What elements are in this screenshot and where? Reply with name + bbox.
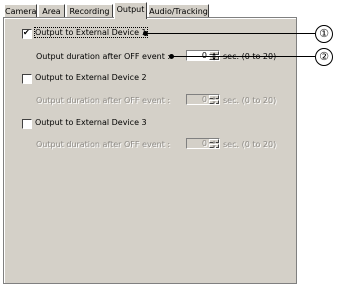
device-3-duration-spinner: 0 ▲ ▼ bbox=[186, 138, 220, 149]
device-3-duration-range: sec. (0 to 20) bbox=[223, 140, 277, 149]
tab-audio-tracking[interactable]: Audio/Tracking bbox=[148, 4, 209, 17]
device-1-duration-label: Output duration after OFF event : bbox=[36, 52, 171, 61]
callout-2-marker: ② bbox=[315, 48, 333, 66]
device-2-label[interactable]: Output to External Device 2 bbox=[35, 73, 147, 82]
device-2-duration-label: Output duration after OFF event : bbox=[36, 96, 171, 105]
device-2-duration-spinner: 0 ▲ ▼ bbox=[186, 94, 220, 105]
spin-up-button: ▲ bbox=[209, 139, 219, 144]
callout-2-line bbox=[172, 56, 315, 57]
device-2-checkbox[interactable] bbox=[22, 74, 32, 84]
tab-camera[interactable]: Camera bbox=[4, 4, 37, 17]
device-2-duration-value: 0 bbox=[201, 95, 207, 104]
tab-output[interactable]: Output bbox=[114, 2, 147, 19]
device-1-label[interactable]: Output to External Device 1 bbox=[34, 27, 148, 38]
spin-down-button: ▼ bbox=[209, 144, 219, 149]
spin-down-button: ▼ bbox=[209, 100, 219, 105]
callout-1-line bbox=[146, 33, 315, 34]
device-3-label[interactable]: Output to External Device 3 bbox=[35, 118, 147, 127]
device-2-duration-range: sec. (0 to 20) bbox=[223, 96, 277, 105]
tab-recording[interactable]: Recording bbox=[66, 4, 113, 17]
tab-area[interactable]: Area bbox=[38, 4, 65, 17]
device-3-checkbox[interactable] bbox=[22, 119, 32, 129]
device-1-checkbox[interactable]: ✔ bbox=[22, 28, 32, 39]
spin-up-button: ▲ bbox=[209, 95, 219, 100]
checkmark-icon: ✔ bbox=[23, 28, 30, 37]
device-3-duration-value: 0 bbox=[201, 139, 207, 148]
callout-1-marker: ① bbox=[315, 25, 333, 43]
spin-up-button[interactable]: ▲ bbox=[209, 51, 219, 56]
device-3-duration-label: Output duration after OFF event : bbox=[36, 140, 171, 149]
